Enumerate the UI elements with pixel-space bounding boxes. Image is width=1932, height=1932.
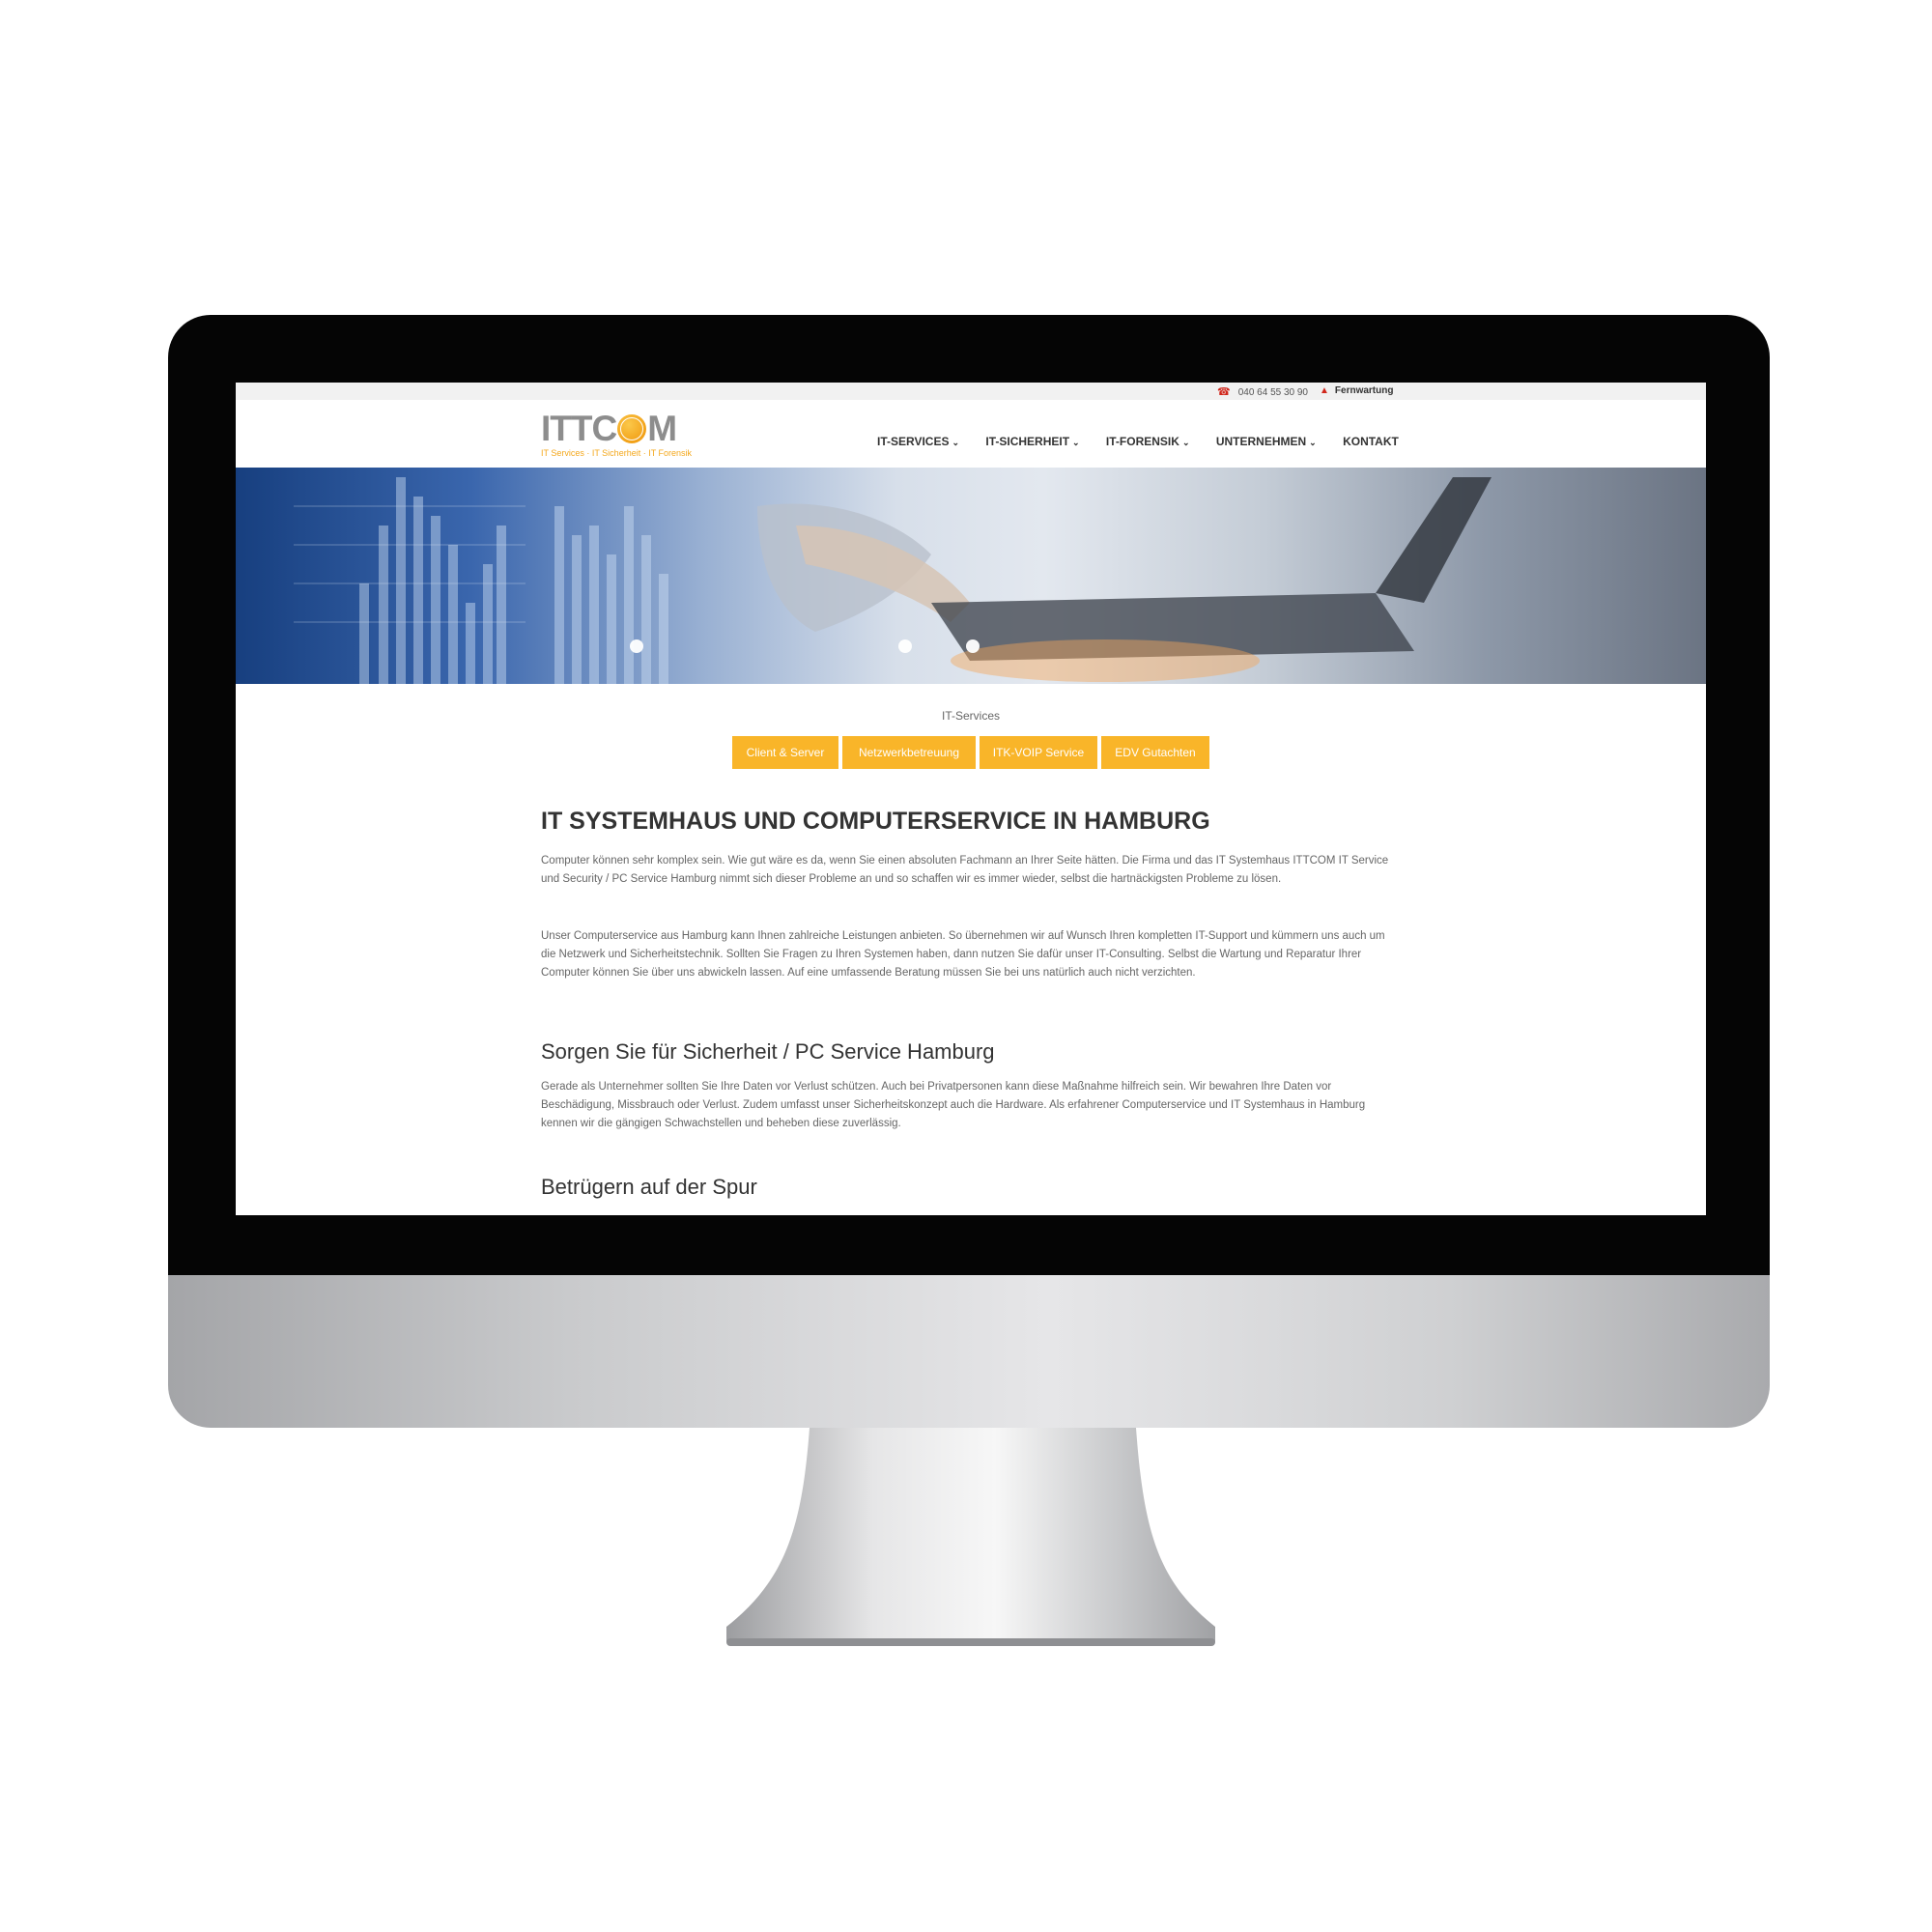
logo-suffix: M [647,409,677,448]
nav-label: KONTAKT [1343,435,1399,448]
hero-banner-image [236,468,1706,684]
remote-maintenance-label: Fernwartung [1334,385,1394,396]
remote-maintenance-link[interactable]: ▲ Fernwartung [1320,385,1393,396]
chevron-down-icon: ⌄ [952,438,960,447]
logo-wordmark: ITTC M [541,409,677,448]
section-heading-security: Sorgen Sie für Sicherheit / PC Service H… [541,1039,995,1064]
nav-label: IT-SICHERHEIT [985,435,1070,448]
nav-label: IT-SERVICES [877,435,950,448]
tab-itk-voip-service[interactable]: ITK-VOIP Service [980,736,1097,769]
download-icon: ▲ [1320,385,1329,396]
nav-item-it-sicherheit[interactable]: IT-SICHERHEIT ⌄ [985,435,1079,448]
tab-client-server[interactable]: Client & Server [732,736,838,769]
security-paragraph: Gerade als Unternehmer sollten Sie Ihre … [541,1081,1366,1129]
main-navigation: IT-SERVICES ⌄ IT-SICHERHEIT ⌄ IT-FORENSIK ⌄… [877,435,1422,448]
tab-netzwerkbetreuung[interactable]: Netzwerkbetreuung [842,736,976,769]
hero-light-dot [898,639,912,653]
monitor-stand [726,1428,1215,1646]
browser-screen: ☎ 040 64 55 30 90 ▲ Fernwartung ITTC M IT S… [236,383,1706,1215]
logo-prefix: ITTC [541,409,617,448]
chevron-down-icon: ⌄ [1309,438,1317,447]
nav-item-it-services[interactable]: IT-SERVICES ⌄ [877,435,959,448]
phone-icon: ☎ [1217,386,1231,398]
monitor-chin [168,1275,1770,1428]
tab-edv-gutachten[interactable]: EDV Gutachten [1101,736,1209,769]
site-header: ITTC M IT Services · IT Sicherheit · IT F… [236,400,1706,468]
nav-item-it-forensik[interactable]: IT-FORENSIK ⌄ [1106,435,1190,448]
chevron-down-icon: ⌄ [1072,438,1080,447]
nav-label: UNTERNEHMEN [1215,435,1307,448]
phone-contact[interactable]: ☎ 040 64 55 30 90 [1217,385,1308,398]
chevron-down-icon: ⌄ [1181,438,1190,447]
globe-icon [617,414,647,443]
hero-light-dot [966,639,980,653]
logo-tagline: IT Services · IT Sicherheit · IT Forensi… [541,448,693,458]
top-contact-bar: ☎ 040 64 55 30 90 ▲ Fernwartung [236,383,1706,400]
intro-paragraph: Computer können sehr komplex sein. Wie g… [541,855,1389,885]
breadcrumb[interactable]: IT-Services [236,709,1706,723]
section-heading-fraud: Betrügern auf der Spur [541,1175,757,1199]
hero-light-dot [630,639,643,653]
nav-label: IT-FORENSIK [1105,435,1179,448]
ittcom-logo[interactable]: ITTC M IT Services · IT Sicherheit · IT F… [541,409,696,462]
phone-number: 040 64 55 30 90 [1237,387,1308,398]
nav-item-kontakt[interactable]: KONTAKT [1343,435,1399,448]
nav-item-unternehmen[interactable]: UNTERNEHMEN ⌄ [1216,435,1317,448]
services-paragraph: Unser Computerservice aus Hamburg kann I… [541,930,1385,979]
page-title: IT SYSTEMHAUS UND COMPUTERSERVICE IN HAM… [541,808,1210,835]
